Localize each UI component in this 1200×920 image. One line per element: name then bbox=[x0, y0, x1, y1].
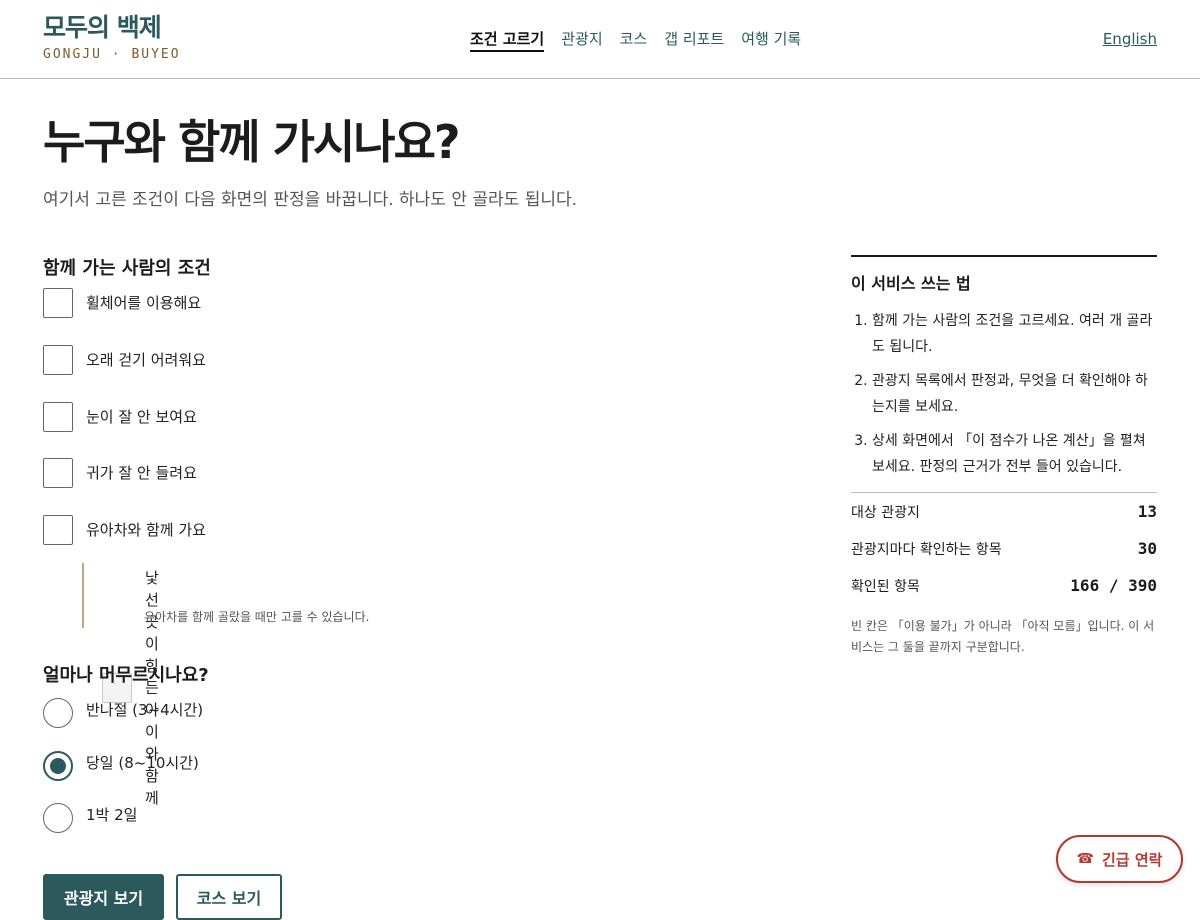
stat-value: 166 / 390 bbox=[1070, 576, 1157, 595]
companions-section-title: 함께 가는 사람의 조건 bbox=[43, 258, 211, 279]
stat-value: 13 bbox=[1137, 502, 1157, 521]
brand-logo[interactable]: 모두의 백제 GONGJU · BUYEO bbox=[43, 12, 181, 62]
option-limited-walking[interactable]: 오래 걷기 어려워요 bbox=[43, 345, 206, 375]
option-day-trip[interactable]: 당일 (8~10시간) bbox=[43, 751, 199, 781]
stat-row-items: 관광지마다 확인하는 항목 30 bbox=[851, 530, 1157, 567]
option-low-vision[interactable]: 눈이 잘 안 보여요 bbox=[43, 402, 197, 432]
hearing-checkbox[interactable] bbox=[43, 458, 73, 488]
option-overnight[interactable]: 1박 2일 bbox=[43, 803, 137, 833]
low-vision-label: 눈이 잘 안 보여요 bbox=[86, 408, 197, 426]
limited-walking-checkbox[interactable] bbox=[43, 345, 73, 375]
page-title: 누구와 함께 가시나요? bbox=[43, 115, 461, 169]
main-nav: 조건 고르기 관광지 코스 갭 리포트 여행 기록 bbox=[470, 28, 801, 52]
how-to-step: 상세 화면에서 「이 점수가 나온 계산」을 펼쳐 보세요. 판정의 근거가 전… bbox=[872, 428, 1157, 480]
nav-conditions[interactable]: 조건 고르기 bbox=[470, 28, 545, 52]
how-to-step: 관광지 목록에서 판정과, 무엇을 더 확인해야 하는지를 보세요. bbox=[872, 368, 1157, 420]
how-to-title: 이 서비스 쓰는 법 bbox=[851, 274, 971, 293]
aside-note: 빈 칸은 「이용 불가」가 아니라 「아직 모름」입니다. 이 서비스는 그 둘… bbox=[851, 619, 1155, 654]
how-to-panel: 이 서비스 쓰는 법 함께 가는 사람의 조건을 고르세요. 여러 개 골라도 … bbox=[851, 255, 1157, 658]
brand-name: 모두의 백제 bbox=[43, 13, 162, 42]
stroller-checkbox[interactable] bbox=[43, 515, 73, 545]
overnight-radio[interactable] bbox=[43, 803, 73, 833]
how-to-steps: 함께 가는 사람의 조건을 고르세요. 여러 개 골라도 됩니다. 관광지 목록… bbox=[851, 308, 1157, 480]
stat-value: 30 bbox=[1137, 539, 1157, 558]
brand-subtitle: GONGJU · BUYEO bbox=[43, 47, 181, 62]
option-half-day[interactable]: 반나절 (3~4시간) bbox=[43, 698, 203, 728]
nav-travel-log[interactable]: 여행 기록 bbox=[741, 28, 801, 52]
overnight-label: 1박 2일 bbox=[86, 806, 138, 824]
duration-section-title: 얼마나 머무르시나요? bbox=[43, 665, 209, 686]
emergency-contact-button[interactable]: ☎ 긴급 연락 bbox=[1056, 835, 1183, 883]
stat-label: 확인된 항목 bbox=[851, 578, 920, 595]
option-wheelchair[interactable]: 휠체어를 이용해요 bbox=[43, 288, 201, 318]
stat-row-verified: 확인된 항목 166 / 390 bbox=[851, 567, 1157, 604]
view-courses-button[interactable]: 코스 보기 bbox=[176, 874, 282, 920]
stat-label: 대상 관광지 bbox=[851, 504, 920, 521]
option-stroller[interactable]: 유아차와 함께 가요 bbox=[43, 515, 206, 545]
day-trip-radio[interactable] bbox=[43, 751, 73, 781]
sensitive-child-hint: 유아차를 함께 골랐을 때만 고를 수 있습니다. bbox=[144, 610, 370, 624]
phone-icon: ☎ bbox=[1076, 851, 1094, 867]
language-switch-link[interactable]: English bbox=[1103, 28, 1157, 50]
half-day-label: 반나절 (3~4시간) bbox=[86, 701, 204, 719]
half-day-radio[interactable] bbox=[43, 698, 73, 728]
hearing-label: 귀가 잘 안 들려요 bbox=[86, 464, 197, 482]
nav-gap-report[interactable]: 갭 리포트 bbox=[664, 28, 724, 52]
emergency-label: 긴급 연락 bbox=[1102, 850, 1163, 869]
site-header: 모두의 백제 GONGJU · BUYEO 조건 고르기 관광지 코스 갭 리포… bbox=[0, 0, 1200, 79]
stroller-label: 유아차와 함께 가요 bbox=[86, 521, 206, 539]
option-hearing[interactable]: 귀가 잘 안 들려요 bbox=[43, 458, 197, 488]
nav-courses[interactable]: 코스 bbox=[620, 28, 648, 52]
limited-walking-label: 오래 걷기 어려워요 bbox=[86, 351, 206, 369]
how-to-step: 함께 가는 사람의 조건을 고르세요. 여러 개 골라도 됩니다. bbox=[872, 308, 1157, 360]
nav-attractions[interactable]: 관광지 bbox=[561, 28, 602, 52]
wheelchair-label: 휠체어를 이용해요 bbox=[86, 294, 202, 312]
stat-row-attractions: 대상 관광지 13 bbox=[851, 493, 1157, 530]
wheelchair-checkbox[interactable] bbox=[43, 288, 73, 318]
view-attractions-button[interactable]: 관광지 보기 bbox=[43, 874, 164, 920]
low-vision-checkbox[interactable] bbox=[43, 402, 73, 432]
stat-label: 관광지마다 확인하는 항목 bbox=[851, 541, 1002, 558]
stroller-sub-options: 낯선 곳이 힘든 아이와 함께 유아차를 함께 골랐을 때만 고를 수 있습니다… bbox=[82, 563, 369, 807]
day-trip-label: 당일 (8~10시간) bbox=[86, 754, 199, 772]
page-subtitle: 여기서 고른 조건이 다음 화면의 판정을 바꿉니다. 하나도 안 골라도 됩니… bbox=[43, 190, 578, 210]
